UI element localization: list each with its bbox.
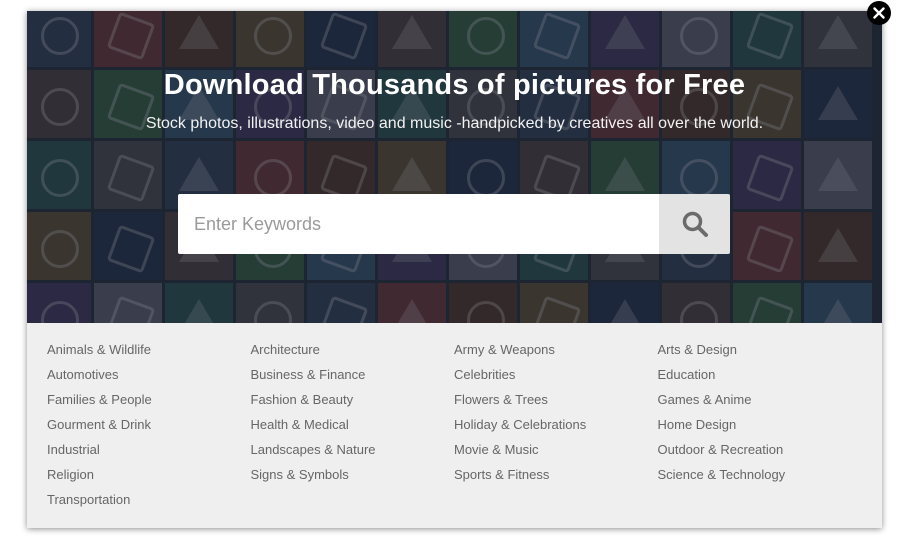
category-link[interactable]: Fashion & Beauty — [251, 390, 455, 409]
hero-title: Download Thousands of pictures for Free — [163, 69, 746, 101]
category-link[interactable]: Business & Finance — [251, 365, 455, 384]
category-link[interactable]: Transportation — [47, 490, 251, 509]
hero-subtitle: Stock photos, illustrations, video and m… — [145, 115, 764, 132]
modal-dialog: Download Thousands of pictures for Free … — [27, 11, 882, 528]
search-input[interactable] — [178, 194, 659, 254]
category-link[interactable]: Science & Technology — [658, 465, 862, 484]
category-link[interactable]: Industrial — [47, 440, 251, 459]
category-link[interactable]: Celebrities — [454, 365, 658, 384]
search-bar — [178, 194, 730, 254]
category-link[interactable]: Animals & Wildlife — [47, 340, 251, 359]
category-link[interactable]: Signs & Symbols — [251, 465, 455, 484]
category-link[interactable]: Flowers & Trees — [454, 390, 658, 409]
category-link[interactable]: Outdoor & Recreation — [658, 440, 862, 459]
category-link[interactable]: Families & People — [47, 390, 251, 409]
category-link[interactable]: Religion — [47, 465, 251, 484]
category-link[interactable]: Movie & Music — [454, 440, 658, 459]
category-link[interactable]: Architecture — [251, 340, 455, 359]
category-link[interactable]: Sports & Fitness — [454, 465, 658, 484]
category-link[interactable]: Holiday & Celebrations — [454, 415, 658, 434]
category-link[interactable]: Landscapes & Nature — [251, 440, 455, 459]
search-icon — [682, 211, 708, 237]
category-link[interactable]: Automotives — [47, 365, 251, 384]
search-button[interactable] — [659, 194, 730, 254]
close-button[interactable] — [867, 1, 891, 25]
hero-overlay — [27, 11, 882, 323]
hero-banner: Download Thousands of pictures for Free … — [27, 11, 882, 323]
category-link[interactable]: Home Design — [658, 415, 862, 434]
category-link[interactable]: Education — [658, 365, 862, 384]
category-link[interactable]: Army & Weapons — [454, 340, 658, 359]
category-link[interactable]: Gourment & Drink — [47, 415, 251, 434]
category-link[interactable]: Health & Medical — [251, 415, 455, 434]
category-link[interactable]: Arts & Design — [658, 340, 862, 359]
close-icon — [873, 7, 885, 19]
category-list: Animals & Wildlife Architecture Army & Wea… — [47, 340, 861, 509]
category-link[interactable]: Games & Anime — [658, 390, 862, 409]
